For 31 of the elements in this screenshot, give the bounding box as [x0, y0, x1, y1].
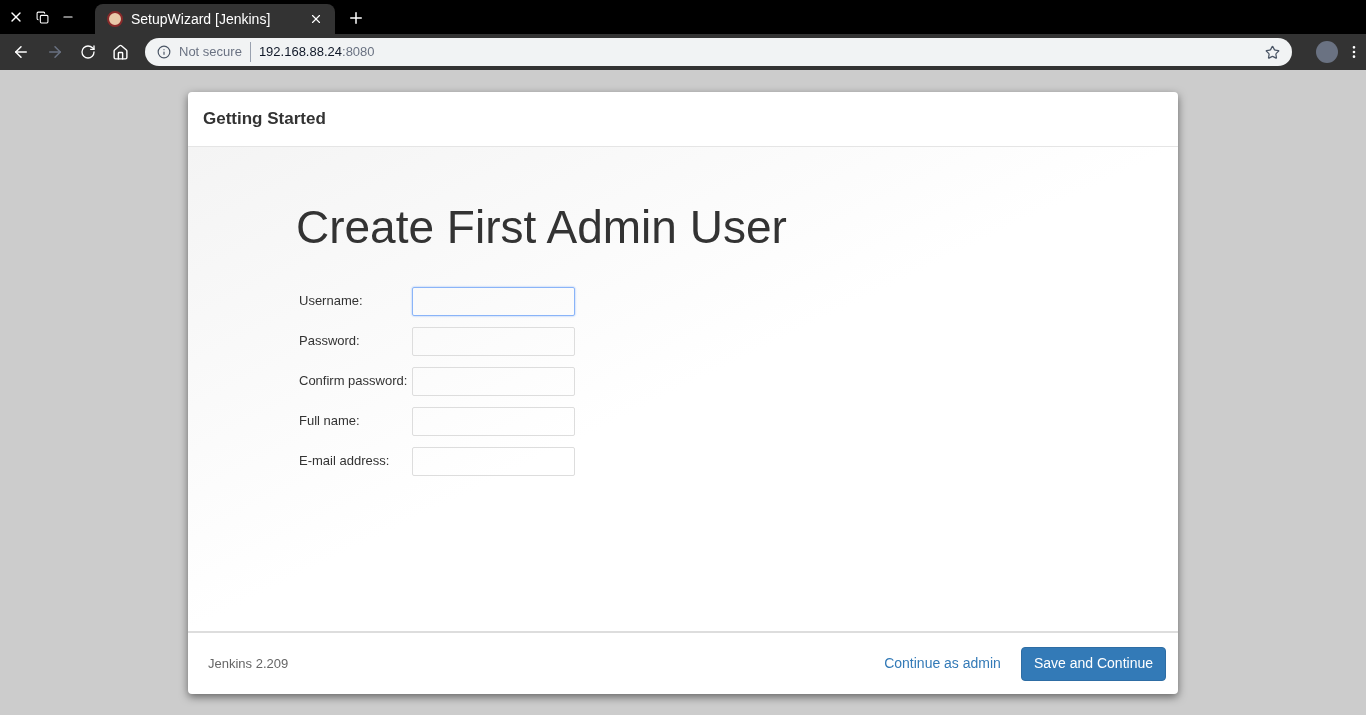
continue-as-admin-link[interactable]: Continue as admin — [884, 653, 1001, 674]
info-icon — [157, 45, 171, 59]
input-field[interactable] — [412, 286, 575, 316]
field-label: Username: — [299, 292, 364, 311]
new-tab-icon[interactable] — [347, 9, 365, 27]
save-and-continue-button[interactable]: Save and Continue — [1020, 646, 1166, 681]
input-field[interactable] — [412, 326, 575, 356]
input-field[interactable] — [412, 366, 575, 396]
field-label: Full name: — [299, 412, 361, 431]
forward-icon[interactable] — [46, 43, 64, 61]
field-label: Confirm password: — [299, 372, 409, 391]
bookmark-star-icon[interactable] — [1265, 44, 1280, 60]
version-label: Jenkins 2.209 — [208, 654, 290, 673]
field-label: E-mail address: — [299, 452, 391, 471]
profile-avatar[interactable] — [1316, 41, 1338, 63]
back-icon[interactable] — [12, 43, 30, 61]
input-field[interactable] — [412, 446, 575, 476]
input-field[interactable] — [412, 406, 575, 436]
page-heading: Create First Admin User — [296, 200, 788, 255]
tab-close-icon[interactable] — [309, 12, 323, 26]
home-icon[interactable] — [112, 43, 129, 61]
address-bar[interactable]: Not secure 192.168.88.24:8080 — [145, 38, 1292, 66]
browser-tab[interactable]: SetupWizard [Jenkins] — [95, 4, 335, 34]
dialog-title: Getting Started — [203, 108, 326, 131]
reload-icon[interactable] — [80, 44, 96, 60]
url-host: 192.168.88.24 — [258, 43, 342, 62]
field-label: Password: — [299, 332, 361, 351]
security-label: Not secure — [179, 42, 251, 62]
url-port: :8080 — [342, 43, 375, 62]
restore-icon[interactable] — [36, 10, 49, 24]
tab-title: SetupWizard [Jenkins] — [131, 9, 272, 29]
